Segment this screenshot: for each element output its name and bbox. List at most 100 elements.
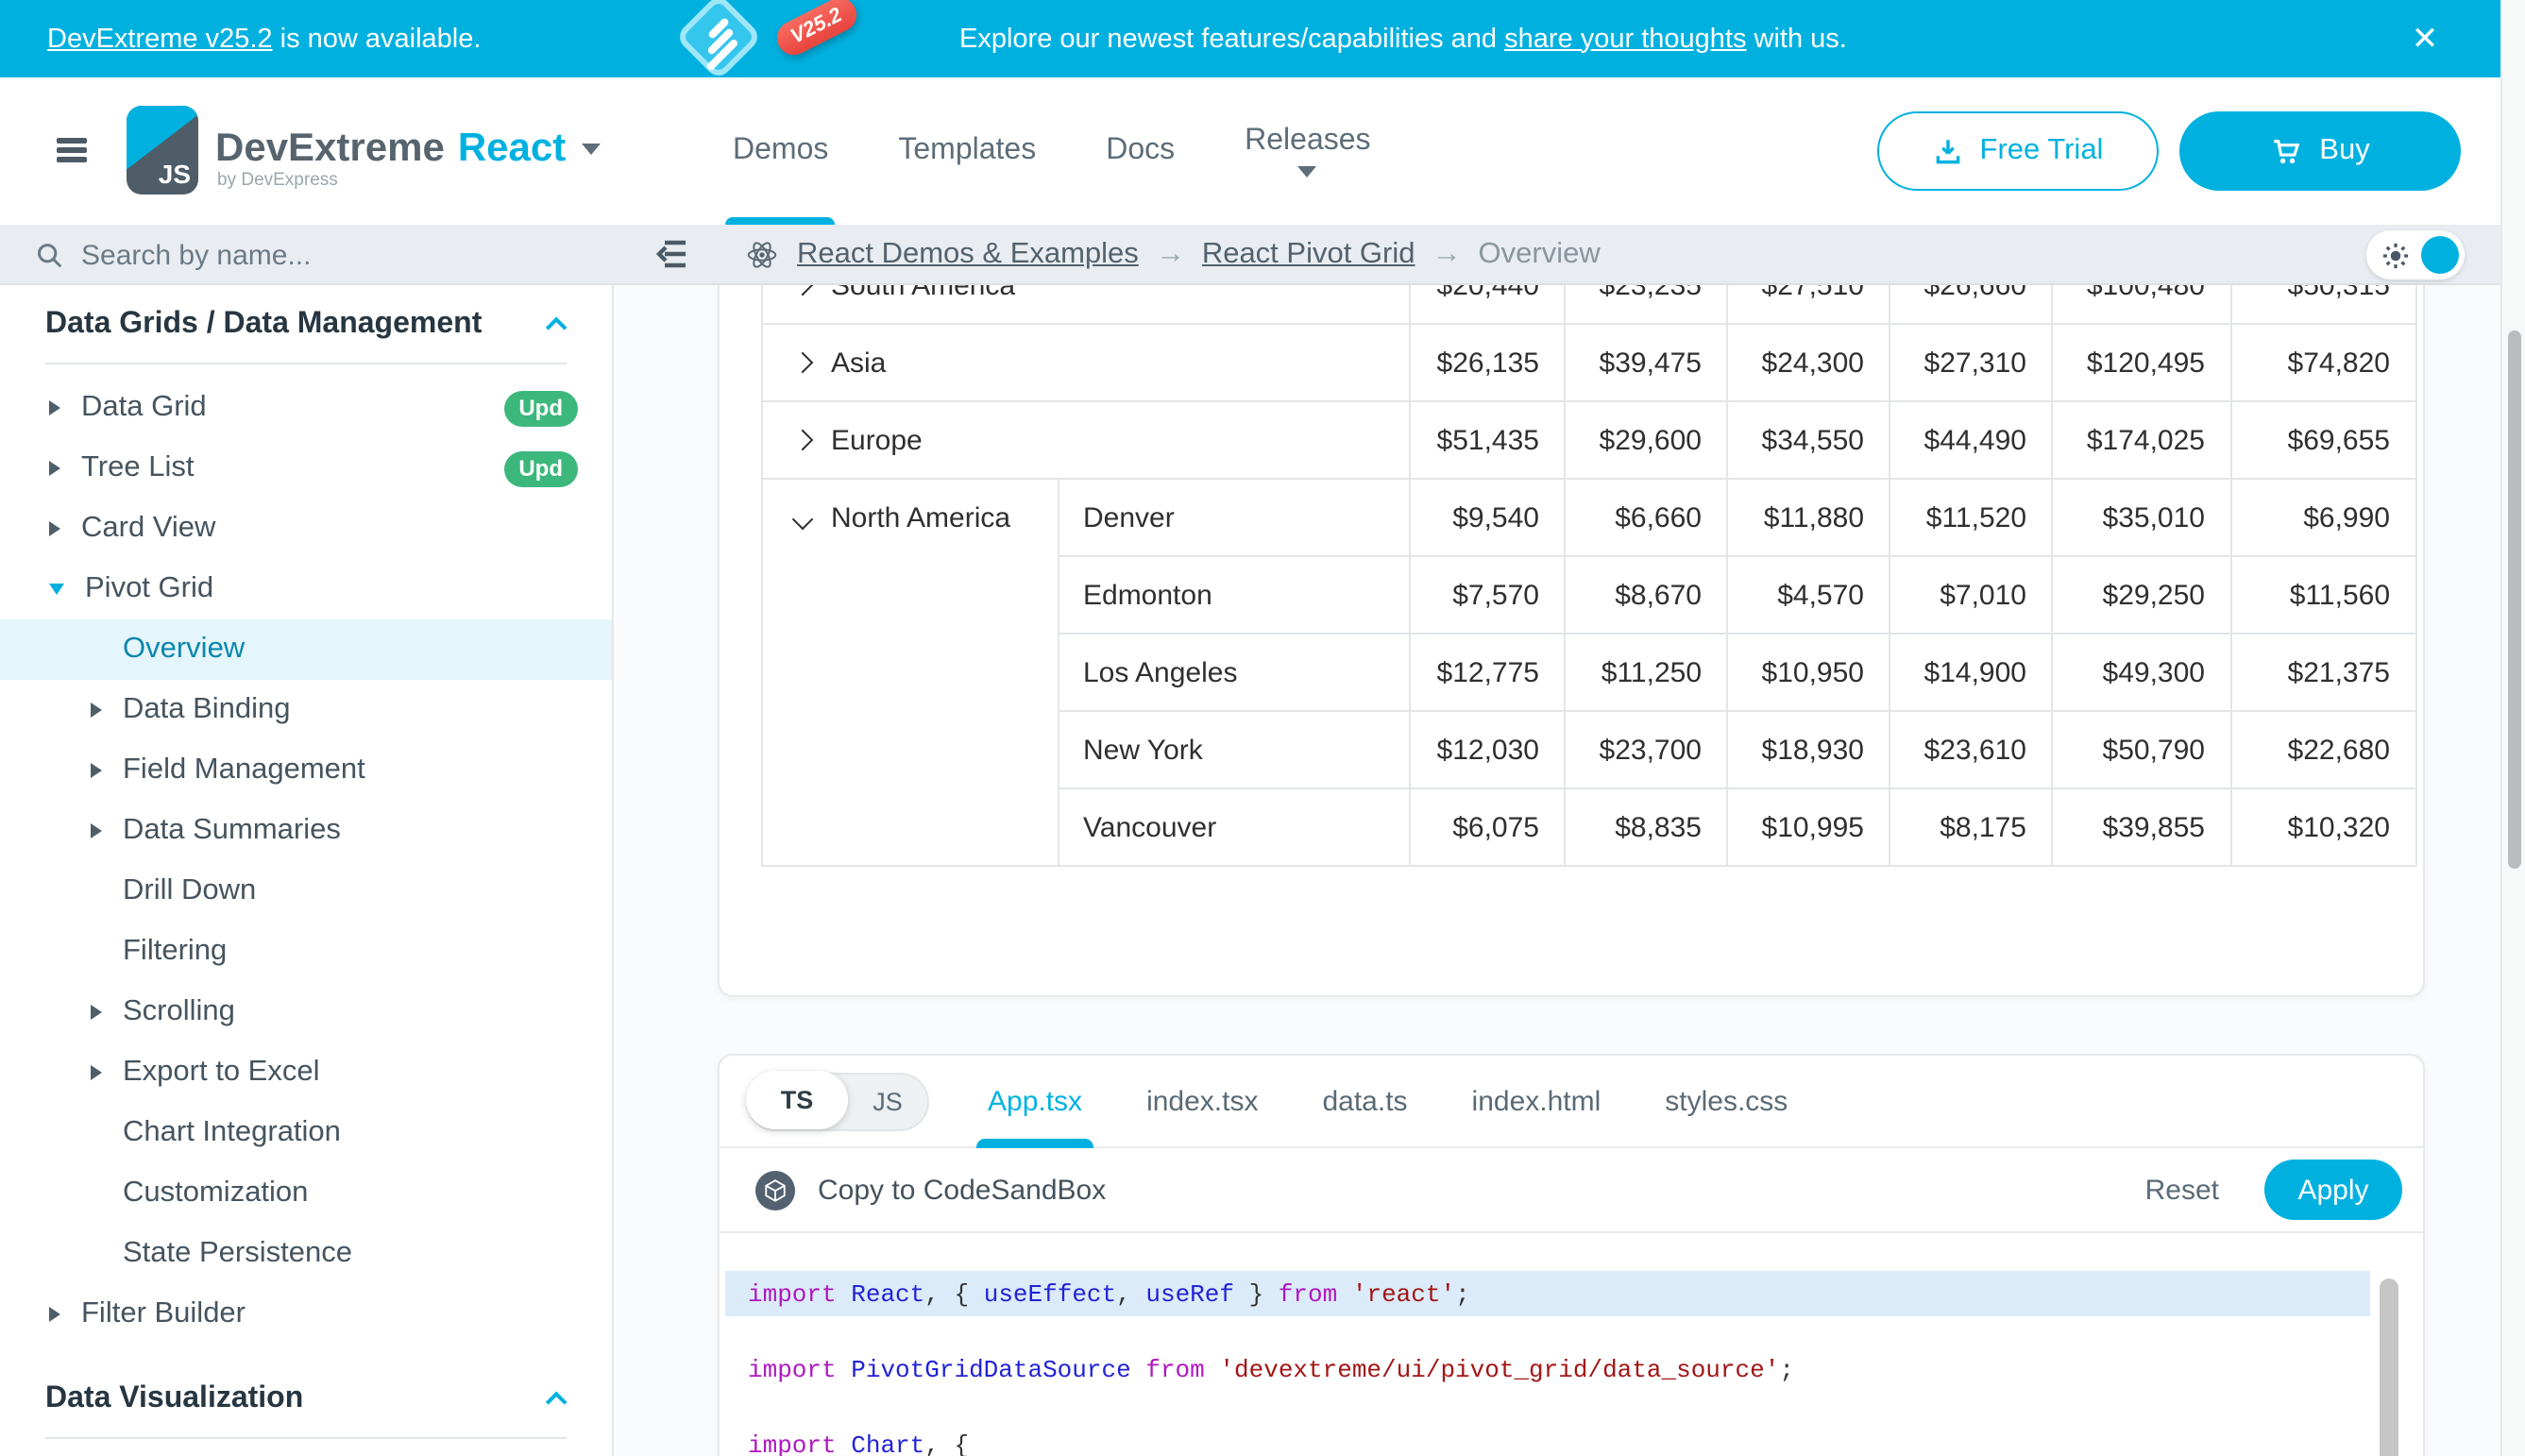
breadcrumb-band: React Demos & Examples → React Pivot Gri… (0, 225, 2525, 285)
sidebar-item-drill-down[interactable]: Drill Down (0, 861, 612, 922)
code-line-1[interactable]: import React, { useEffect, useRef } from… (725, 1271, 2370, 1316)
row-north-america[interactable]: North America (762, 479, 1058, 866)
lang-js[interactable]: JS (848, 1072, 927, 1130)
banner-message: Explore our newest features/capabilities… (959, 0, 1847, 77)
code-line-3[interactable]: import Chart, { (725, 1422, 2370, 1456)
cell-value: $11,520 (1890, 479, 2052, 556)
code-editor[interactable]: import React, { useEffect, useRef } from… (720, 1233, 2423, 1456)
cell-value: $6,660 (1565, 479, 1727, 556)
devextreme-js-logo[interactable]: JS (127, 106, 198, 195)
cell-value: $11,880 (1727, 479, 1890, 556)
sidebar-item-data-binding[interactable]: Data Binding (0, 680, 612, 740)
cell-value: $20,440 (1410, 285, 1565, 324)
cell-value: $50,790 (2052, 711, 2230, 788)
cell-value: $8,670 (1565, 556, 1727, 634)
triangle-right-icon (49, 1307, 60, 1322)
row-city[interactable]: Vancouver (1058, 788, 1410, 866)
tab-styles-css[interactable]: styles.css (1665, 1055, 1788, 1147)
row-city[interactable]: Los Angeles (1058, 634, 1410, 711)
page-scrollbar[interactable] (2500, 0, 2525, 1456)
sidebar-item-filter-builder[interactable]: Filter Builder (0, 1284, 612, 1345)
triangle-right-icon (91, 763, 102, 778)
cell-value: $23,700 (1565, 711, 1727, 788)
expand-chevron-icon[interactable] (792, 285, 814, 296)
code-line-2[interactable]: import PivotGridDataSource from 'devextr… (725, 1346, 2370, 1392)
share-thoughts-link[interactable]: share your thoughts (1504, 24, 1746, 54)
cell-value: $100,480 (2052, 285, 2230, 324)
cell-value: $174,025 (2052, 401, 2230, 479)
nav-releases[interactable]: Releases (1245, 77, 1370, 225)
nav-demos[interactable]: Demos (733, 77, 828, 225)
cell-value: $9,540 (1410, 479, 1565, 556)
search-input[interactable] (81, 239, 534, 271)
sidebar-search[interactable] (36, 225, 584, 285)
nav-docs[interactable]: Docs (1106, 77, 1175, 225)
theme-toggle[interactable] (2366, 230, 2465, 279)
tab-index-html[interactable]: index.html (1472, 1055, 1601, 1147)
section-data-grids[interactable]: Data Grids / Data Management (0, 285, 612, 363)
tab-app-tsx[interactable]: App.tsx (988, 1055, 1082, 1147)
tab-data-ts[interactable]: data.ts (1322, 1055, 1407, 1147)
sidebar-item-export-to-excel[interactable]: Export to Excel (0, 1042, 612, 1103)
collapse-sidebar-icon[interactable] (653, 238, 689, 270)
pivot-grid: South America $20,440 $23,235 $27,510 $2… (761, 285, 2416, 867)
sidebar-item-field-management[interactable]: Field Management (0, 740, 612, 801)
theme-toggle-knob[interactable] (2421, 236, 2459, 274)
cell-value: $22,680 (2230, 711, 2415, 788)
cell-value: $8,835 (1565, 788, 1727, 866)
logo-js-label: JS (159, 159, 191, 189)
lang-ts[interactable]: TS (746, 1071, 848, 1129)
sidebar-item-chart-integration[interactable]: Chart Integration (0, 1103, 612, 1163)
cell-value: $10,950 (1727, 634, 1890, 711)
collapse-chevron-icon[interactable] (792, 508, 814, 530)
upd-badge: Upd (503, 390, 578, 426)
sidebar-item-state-persistence[interactable]: State Persistence (0, 1224, 612, 1284)
language-toggle[interactable]: TS JS (746, 1072, 929, 1130)
cell-value: $44,490 (1890, 401, 2052, 479)
sidebar-item-scrolling[interactable]: Scrolling (0, 982, 612, 1042)
byline: by DevExpress (217, 170, 338, 191)
platform-chevron-down-icon[interactable] (581, 144, 600, 155)
cell-value: $26,135 (1410, 324, 1565, 401)
hamburger-menu-icon[interactable] (57, 138, 87, 162)
brand-wordmark[interactable]: DevExtreme React (215, 127, 600, 172)
sidebar-item-customization[interactable]: Customization (0, 1163, 612, 1224)
sidebar-item-filtering[interactable]: Filtering (0, 922, 612, 982)
row-city[interactable]: Edmonton (1058, 556, 1410, 634)
divider (45, 1437, 567, 1439)
sidebar-item-card-view[interactable]: Card View (0, 499, 612, 559)
code-scrollbar-thumb[interactable] (2380, 1278, 2398, 1456)
row-city[interactable]: Denver (1058, 479, 1410, 556)
main-content: South America $20,440 $23,235 $27,510 $2… (616, 285, 2500, 1456)
close-icon[interactable]: ✕ (2406, 0, 2444, 77)
nav-templates[interactable]: Templates (898, 77, 1036, 225)
breadcrumb-pivot-grid-link[interactable]: React Pivot Grid (1202, 238, 1415, 272)
devextreme-logo-graphic: V25.2 (608, 0, 891, 77)
apply-button[interactable]: Apply (2264, 1160, 2402, 1220)
cell-value: $11,560 (2230, 556, 2415, 634)
scrollbar-thumb[interactable] (2507, 330, 2520, 869)
expand-chevron-icon[interactable] (792, 430, 814, 451)
buy-button[interactable]: Buy (2179, 111, 2461, 191)
expand-chevron-icon[interactable] (792, 352, 814, 374)
section-data-visualization[interactable]: Data Visualization (0, 1360, 612, 1437)
sidebar-item-overview[interactable]: Overview (0, 619, 612, 680)
cell-value: $29,250 (2052, 556, 2230, 634)
copy-to-codesandbox-button[interactable]: Copy to CodeSandBox (818, 1174, 1106, 1206)
triangle-right-icon (91, 1065, 102, 1080)
row-city[interactable]: New York (1058, 711, 1410, 788)
sidebar-item-pivot-grid[interactable]: Pivot Grid (0, 559, 612, 619)
cell-value: $12,030 (1410, 711, 1565, 788)
sidebar-item-data-summaries[interactable]: Data Summaries (0, 801, 612, 861)
tab-index-tsx[interactable]: index.tsx (1146, 1055, 1258, 1147)
sidebar-item-data-grid[interactable]: Data Grid Upd (0, 378, 612, 438)
page: DevExtreme v25.2 is now available. V25.2… (0, 0, 2525, 1456)
breadcrumb-demos-link[interactable]: React Demos & Examples (797, 238, 1139, 272)
breadcrumb: React Demos & Examples → React Pivot Gri… (744, 225, 1601, 285)
reset-button[interactable]: Reset (2145, 1174, 2219, 1206)
banner-release-link[interactable]: DevExtreme v25.2 (47, 24, 273, 54)
free-trial-button[interactable]: Free Trial (1877, 111, 2159, 191)
banner-release-text: DevExtreme v25.2 is now available. (47, 0, 481, 77)
sidebar-item-tree-list[interactable]: Tree List Upd (0, 438, 612, 499)
codesandbox-icon[interactable] (755, 1170, 795, 1210)
